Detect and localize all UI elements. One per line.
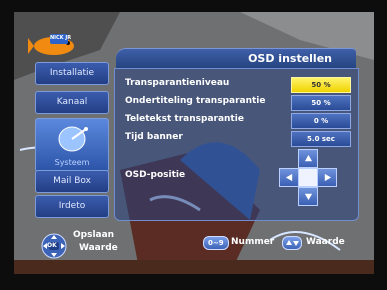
setting-value[interactable]: 0 % [291, 113, 351, 129]
position-down-button[interactable] [298, 187, 318, 206]
number-key-badge: 0~9 [203, 236, 229, 250]
setting-value[interactable]: 5.0 sec [291, 131, 351, 147]
setting-label: Teletekst transparantie [125, 114, 244, 124]
setting-row-subtitle-transparency[interactable]: Ondertiteling transparantie 50 % [123, 95, 351, 111]
up-down-arrows-icon [286, 240, 299, 246]
osd-position-dpad [276, 149, 340, 215]
position-up-button[interactable] [298, 149, 318, 168]
arrow-up-icon [304, 154, 312, 162]
save-hint: Opslaan [73, 230, 115, 240]
arrow-down-icon [304, 193, 312, 201]
sidebar-item-kanaal[interactable]: Kanaal [35, 91, 109, 114]
tv-screen: NICK JR OSD instellen Installatie Kanaal… [0, 0, 387, 290]
footer-hints: OK Opslaan Waarde 0~9 Nummer Waarde [33, 228, 355, 259]
arrow-left-icon [285, 173, 292, 182]
setting-value[interactable]: 50 % [291, 77, 351, 93]
setting-value[interactable]: 50 % [291, 95, 351, 111]
position-center [298, 168, 318, 187]
setting-row-transparency[interactable]: Transparantieniveau 50 % [123, 77, 351, 93]
setting-row-banner-time[interactable]: Tijd banner 5.0 sec [123, 131, 351, 147]
title-bar: OSD instellen [116, 48, 356, 69]
arrow-right-icon [324, 173, 331, 182]
position-left-button[interactable] [279, 168, 299, 187]
page-title: OSD instellen [248, 52, 332, 65]
sidebar-item-label: Kanaal [56, 97, 88, 107]
sidebar-item-mailbox[interactable]: Mail Box [35, 170, 109, 193]
number-hint: Nummer [231, 237, 275, 247]
logo-text: NICK JR [50, 35, 72, 41]
settings-panel: Transparantieniveau 50 % Ondertiteling t… [114, 68, 359, 221]
setting-label: Ondertiteling transparantie [125, 96, 266, 106]
osd-position-label: OSD-positie [125, 170, 186, 180]
value-hint: Waarde [79, 243, 118, 253]
value-adjust-hint: Waarde [306, 237, 345, 247]
sidebar-item-installatie[interactable]: Installatie [35, 62, 109, 85]
setting-row-teletext-transparency[interactable]: Teletekst transparantie 0 % [123, 113, 351, 129]
sidebar-item-label: Installatie [49, 68, 95, 78]
sidebar-item-label: Irdeto [58, 201, 86, 211]
setting-label: Tijd banner [125, 132, 183, 142]
ok-key-label: OK [47, 242, 57, 249]
setting-label: Transparantieniveau [125, 78, 230, 88]
up-down-key-badge [282, 236, 302, 250]
satellite-icon [58, 126, 88, 152]
position-right-button[interactable] [317, 168, 337, 187]
sidebar-item-label: Mail Box [53, 176, 91, 186]
sidebar-item-irdeto[interactable]: Irdeto [35, 195, 109, 218]
sidebar-item-systeem[interactable]: Systeem [35, 118, 109, 172]
sidebar-item-label: Systeem [54, 158, 90, 167]
